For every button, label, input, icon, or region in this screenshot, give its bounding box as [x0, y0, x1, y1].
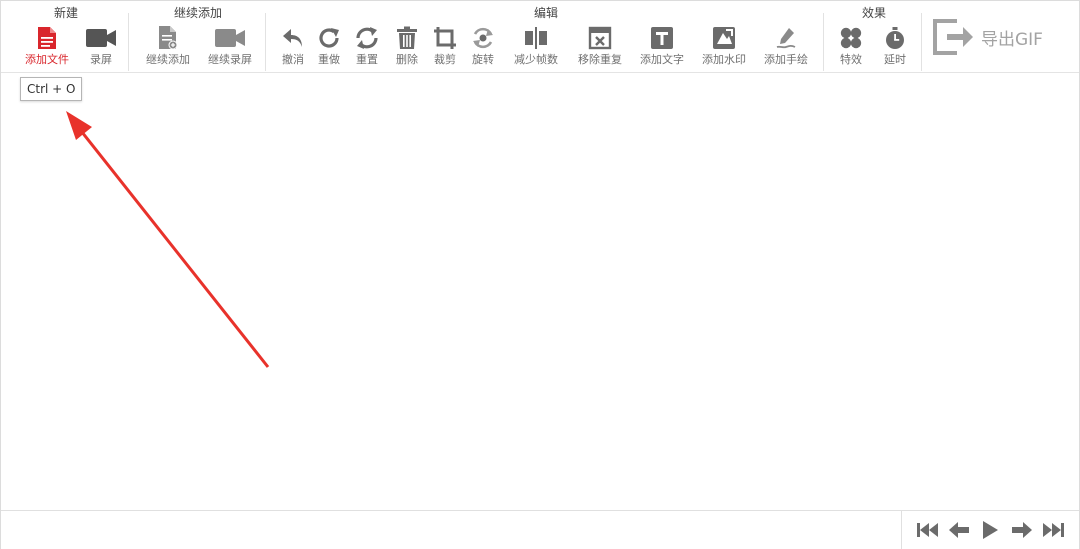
playback-controls	[901, 511, 1079, 549]
last-frame-button[interactable]	[1040, 518, 1066, 542]
annotation-arrow	[66, 111, 270, 368]
next-frame-button[interactable]	[1009, 518, 1035, 542]
status-bar	[1, 510, 1079, 549]
play-button[interactable]	[977, 518, 1003, 542]
skip-back-icon	[916, 523, 938, 537]
play-icon	[983, 521, 999, 539]
previous-frame-button[interactable]	[946, 518, 972, 542]
skip-forward-icon	[1043, 523, 1065, 537]
first-frame-button[interactable]	[915, 518, 941, 542]
arrow-right-icon	[1011, 522, 1032, 538]
arrow-left-icon	[949, 522, 970, 538]
